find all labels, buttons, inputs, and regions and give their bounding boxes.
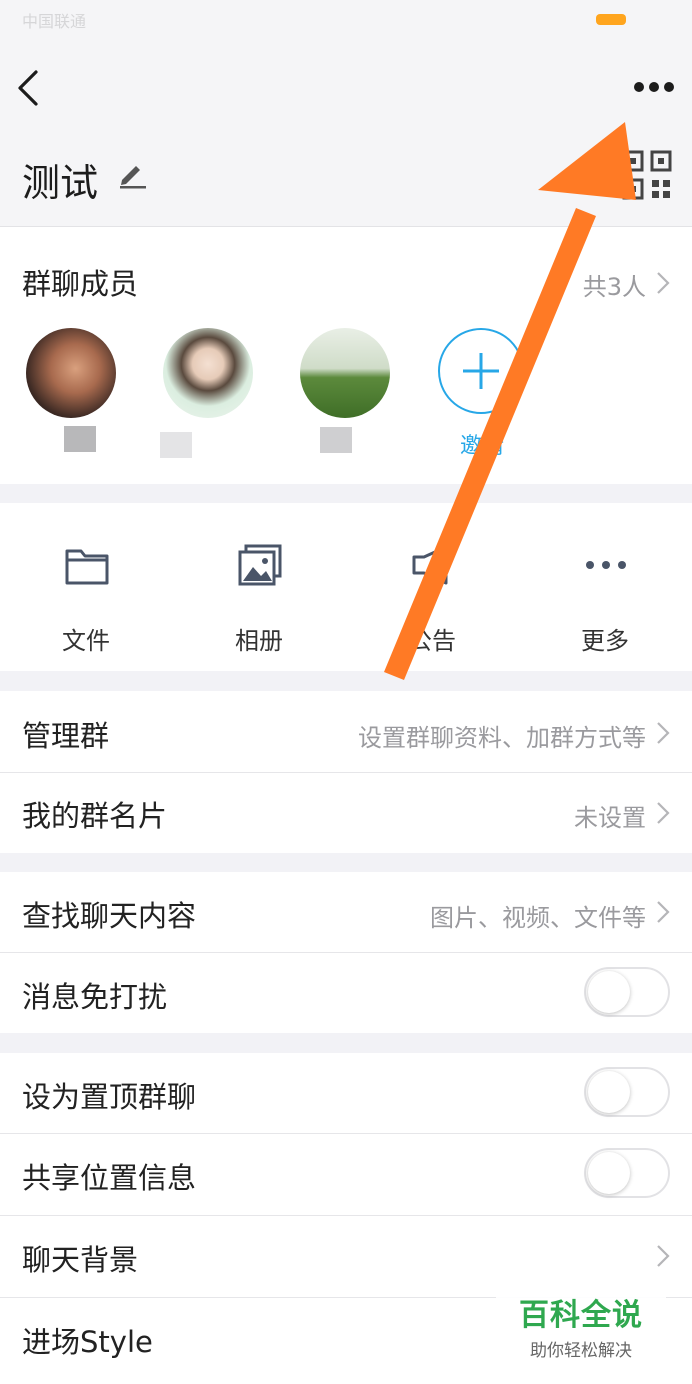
tool-announcement[interactable]: 公告 [372, 503, 492, 671]
chevron-left-icon[interactable] [14, 68, 44, 108]
chevron-right-icon [657, 1245, 670, 1267]
member-name-redacted [64, 426, 96, 452]
members-section: 群聊成员 共3人 [0, 227, 692, 484]
carrier-label: 中国联通 [22, 12, 87, 31]
chevron-right-icon [657, 802, 670, 824]
battery-icon [596, 14, 626, 25]
my-group-card-value: 未设置 [574, 804, 646, 832]
tool-album[interactable]: 相册 [199, 503, 319, 671]
share-location-label: 共享位置信息 [22, 1161, 197, 1195]
share-location-row: 共享位置信息 [0, 1134, 692, 1214]
watermark-logo: 百科全说 助你轻松解决 [496, 1282, 666, 1368]
pin-chat-toggle[interactable] [584, 1067, 670, 1117]
manage-group-value: 设置群聊资料、加群方式等 [358, 724, 646, 752]
watermark-subtitle: 助你轻松解决 [530, 1341, 632, 1361]
tool-label: 更多 [581, 627, 629, 655]
my-group-card-label: 我的群名片 [22, 799, 168, 833]
member-name-redacted [160, 432, 192, 458]
member-avatar[interactable] [300, 328, 390, 418]
photo-album-icon [238, 544, 282, 586]
member-name-redacted [320, 427, 352, 453]
manage-group-label: 管理群 [22, 719, 110, 753]
my-group-card-row[interactable]: 我的群名片 未设置 [0, 773, 692, 853]
folder-icon [65, 549, 109, 585]
tool-label: 相册 [235, 627, 283, 655]
pin-chat-label: 设为置顶群聊 [22, 1080, 197, 1114]
member-count[interactable]: 共3人 [583, 267, 646, 302]
more-horizontal-icon[interactable] [632, 80, 676, 94]
share-location-toggle[interactable] [584, 1148, 670, 1198]
announcement-icon [412, 545, 448, 585]
search-chat-value: 图片、视频、文件等 [430, 904, 646, 932]
pencil-icon[interactable] [116, 158, 148, 190]
invite-label: 邀请 [460, 434, 505, 459]
tools-section: 文件 相册 公告 更多 [0, 503, 692, 671]
search-chat-label: 查找聊天内容 [22, 899, 197, 933]
search-chat-row[interactable]: 查找聊天内容 图片、视频、文件等 [0, 872, 692, 952]
more-dots-icon [586, 561, 626, 569]
pin-chat-row: 设为置顶群聊 [0, 1053, 692, 1133]
do-not-disturb-toggle[interactable] [584, 967, 670, 1017]
members-label: 群聊成员 [22, 267, 139, 301]
tool-label: 文件 [62, 627, 110, 655]
plus-icon [463, 353, 499, 389]
member-avatar[interactable] [26, 328, 116, 418]
group-manage-section: 管理群 设置群聊资料、加群方式等 我的群名片 未设置 [0, 691, 692, 853]
member-avatar[interactable] [163, 328, 253, 418]
tool-label: 公告 [408, 627, 456, 655]
qr-code-icon[interactable] [622, 150, 672, 200]
tool-files[interactable]: 文件 [26, 503, 146, 671]
group-header [0, 40, 692, 227]
do-not-disturb-label: 消息免打扰 [22, 980, 168, 1014]
chevron-right-icon [657, 901, 670, 923]
chevron-right-icon [657, 722, 670, 744]
entrance-style-label: 进场Style [22, 1325, 153, 1359]
chat-content-section: 查找聊天内容 图片、视频、文件等 消息免打扰 [0, 872, 692, 1033]
do-not-disturb-row: 消息免打扰 [0, 953, 692, 1033]
tool-more[interactable]: 更多 [545, 503, 665, 671]
group-title: 测试 [22, 161, 99, 205]
invite-button[interactable] [438, 328, 524, 414]
watermark-title: 百科全说 [519, 1298, 643, 1333]
chat-background-label: 聊天背景 [22, 1243, 139, 1277]
manage-group-row[interactable]: 管理群 设置群聊资料、加群方式等 [0, 691, 692, 772]
status-bar: 中国联通 [0, 0, 692, 40]
chevron-right-icon [657, 272, 670, 294]
